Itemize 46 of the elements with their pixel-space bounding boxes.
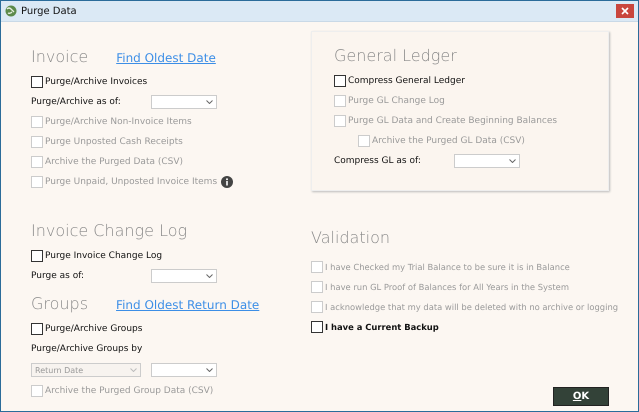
chevron-down-icon <box>206 274 213 278</box>
close-button[interactable] <box>616 4 634 18</box>
section-heading: Invoice Change Log <box>31 221 188 240</box>
checkbox[interactable] <box>334 75 346 87</box>
checkbox-label: Archive the Purged GL Data (CSV) <box>372 136 525 146</box>
checkbox-label: I acknowledge that my data will be deleted with no archive or logging <box>325 302 618 312</box>
checkbox-label: Archive the Purged Data (CSV) <box>45 157 184 167</box>
checkbox[interactable] <box>31 323 43 335</box>
chevron-down-icon <box>509 159 516 163</box>
window-title: Purge Data <box>21 6 78 16</box>
section-heading: Groups <box>31 294 88 313</box>
field-label: Purge/Archive Groups by <box>31 344 142 354</box>
section-heading: Validation <box>311 228 390 247</box>
chevron-down-icon <box>206 368 213 372</box>
dropdown[interactable] <box>151 95 217 109</box>
dropdown[interactable] <box>151 363 217 377</box>
checkbox-label: I have Checked my Trial Balance to be sure it is in Balance <box>325 262 570 272</box>
checkbox[interactable] <box>31 250 43 262</box>
field-label: Purge/Archive as of: <box>31 97 122 107</box>
checkbox-label: Purge GL Change Log <box>348 96 445 106</box>
checkbox-label: I have run GL Proof of Balances for All Years in the System <box>325 282 569 292</box>
close-icon <box>621 7 629 15</box>
checkbox-label: Purge/Archive Non-Invoice Items <box>45 117 192 127</box>
link[interactable]: Find Oldest Date <box>116 51 216 65</box>
checkbox-label: Purge/Archive Groups <box>45 324 142 334</box>
chevron-down-icon <box>130 368 137 372</box>
ok-button[interactable]: OK <box>553 387 609 406</box>
link[interactable]: Find Oldest Return Date <box>116 298 260 312</box>
dropdown[interactable] <box>454 154 520 168</box>
checkbox-label: I have a Current Backup <box>325 322 439 332</box>
checkbox[interactable] <box>311 321 323 333</box>
globe-icon <box>5 5 17 17</box>
checkbox-label: Purge GL Data and Create Beginning Balances <box>348 116 558 126</box>
checkbox-label: Purge Unpaid, Unposted Invoice Items <box>45 177 218 187</box>
dropdown[interactable] <box>151 269 217 283</box>
checkbox-label: Archive the Purged Group Data (CSV) <box>45 386 214 396</box>
checkbox-label: Purge Invoice Change Log <box>45 251 162 261</box>
field-label: Purge as of: <box>31 271 86 281</box>
checkbox[interactable] <box>31 76 43 88</box>
checkbox-label: Compress General Ledger <box>348 76 465 86</box>
section-heading: General Ledger <box>334 46 457 65</box>
chevron-down-icon <box>206 100 213 104</box>
checkbox-label: Purge/Archive Invoices <box>45 77 148 87</box>
section-heading: Invoice <box>31 47 88 66</box>
field-label: Compress GL as of: <box>334 156 422 166</box>
checkbox-label: Purge Unposted Cash Receipts <box>45 137 183 147</box>
